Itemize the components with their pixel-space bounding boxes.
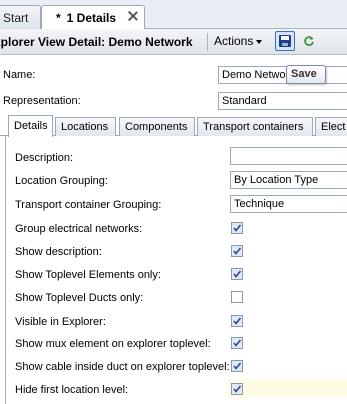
- checkmark-icon: [233, 339, 242, 347]
- checkmark-icon: [233, 224, 242, 232]
- tab-details[interactable]: * 1 Details: [41, 5, 145, 30]
- focused-row-highlight: [228, 379, 347, 398]
- tab-start-label: Start: [3, 11, 29, 25]
- representation-field[interactable]: Standard: [218, 92, 347, 110]
- tab-label: Elect: [321, 121, 346, 133]
- actions-menu-button[interactable]: Actions: [214, 34, 263, 48]
- representation-label: Representation:: [3, 95, 81, 107]
- tab-details-inner[interactable]: Details: [8, 115, 53, 137]
- show-description-label: Show description:: [15, 246, 102, 258]
- show-mux-element-label: Show mux element on explorer toplevel:: [15, 338, 211, 350]
- tab-label: Details: [14, 120, 48, 132]
- save-tooltip: Save: [286, 65, 326, 84]
- detail-tab-strip: Details Locations Components Transport c…: [0, 115, 347, 137]
- checkmark-icon: [233, 362, 242, 370]
- refresh-icon[interactable]: [303, 35, 315, 47]
- tab-label: Components: [125, 121, 188, 133]
- show-toplevel-elements-checkbox[interactable]: [231, 268, 243, 280]
- name-field[interactable]: Demo Networ: [218, 66, 347, 84]
- transport-grouping-label: Transport container Grouping:: [15, 199, 162, 211]
- checkmark-icon: [233, 317, 242, 325]
- tab-transport-containers[interactable]: Transport containers: [197, 117, 313, 136]
- tab-label: Transport containers: [203, 121, 304, 133]
- save-button[interactable]: [275, 31, 295, 51]
- visible-in-explorer-checkbox[interactable]: [231, 315, 243, 327]
- floppy-disk-icon: [279, 35, 291, 47]
- location-grouping-select[interactable]: By Location Type: [230, 171, 347, 189]
- show-description-checkbox[interactable]: [231, 245, 243, 257]
- page-title: xplorer View Detail: Demo Network: [0, 35, 193, 49]
- show-cable-inside-duct-checkbox[interactable]: [231, 360, 243, 372]
- show-mux-element-checkbox[interactable]: [231, 337, 243, 349]
- group-electrical-networks-label: Group electrical networks:: [15, 223, 143, 235]
- tab-components[interactable]: Components: [119, 117, 195, 136]
- actions-label: Actions: [214, 34, 254, 48]
- document-tab-strip: Start * 1 Details: [0, 0, 347, 30]
- unsaved-marker: *: [56, 11, 61, 25]
- hide-first-location-level-label: Hide first location level:: [15, 384, 129, 396]
- tab-locations[interactable]: Locations: [55, 117, 116, 136]
- toolbar-divider: [207, 33, 208, 51]
- tab-panel-border: [5, 136, 6, 404]
- checkmark-icon: [233, 270, 242, 278]
- name-label: Name:: [3, 69, 36, 81]
- chevron-down-icon: [256, 39, 263, 44]
- group-electrical-networks-checkbox[interactable]: [231, 222, 243, 234]
- transport-grouping-select[interactable]: Technique: [230, 195, 347, 213]
- show-toplevel-ducts-label: Show Toplevel Ducts only:: [15, 292, 144, 304]
- checkmark-icon: [233, 385, 242, 393]
- tab-electrical[interactable]: Elect: [315, 117, 347, 136]
- close-icon[interactable]: [128, 11, 138, 21]
- show-toplevel-ducts-checkbox[interactable]: [231, 291, 243, 303]
- show-toplevel-elements-label: Show Toplevel Elements only:: [15, 269, 161, 281]
- tab-start[interactable]: Start: [0, 5, 41, 29]
- visible-in-explorer-label: Visible in Explorer:: [15, 316, 106, 328]
- show-cable-inside-duct-label: Show cable inside duct on explorer tople…: [15, 361, 230, 373]
- description-label: Description:: [15, 152, 74, 164]
- title-bar: xplorer View Detail: Demo Network Action…: [0, 29, 347, 55]
- hide-first-location-level-checkbox[interactable]: [231, 383, 243, 395]
- description-field[interactable]: [230, 147, 347, 165]
- tab-details-label: 1 Details: [66, 11, 117, 25]
- location-grouping-label: Location Grouping:: [15, 175, 108, 187]
- checkmark-icon: [233, 247, 242, 255]
- tab-label: Locations: [61, 121, 109, 133]
